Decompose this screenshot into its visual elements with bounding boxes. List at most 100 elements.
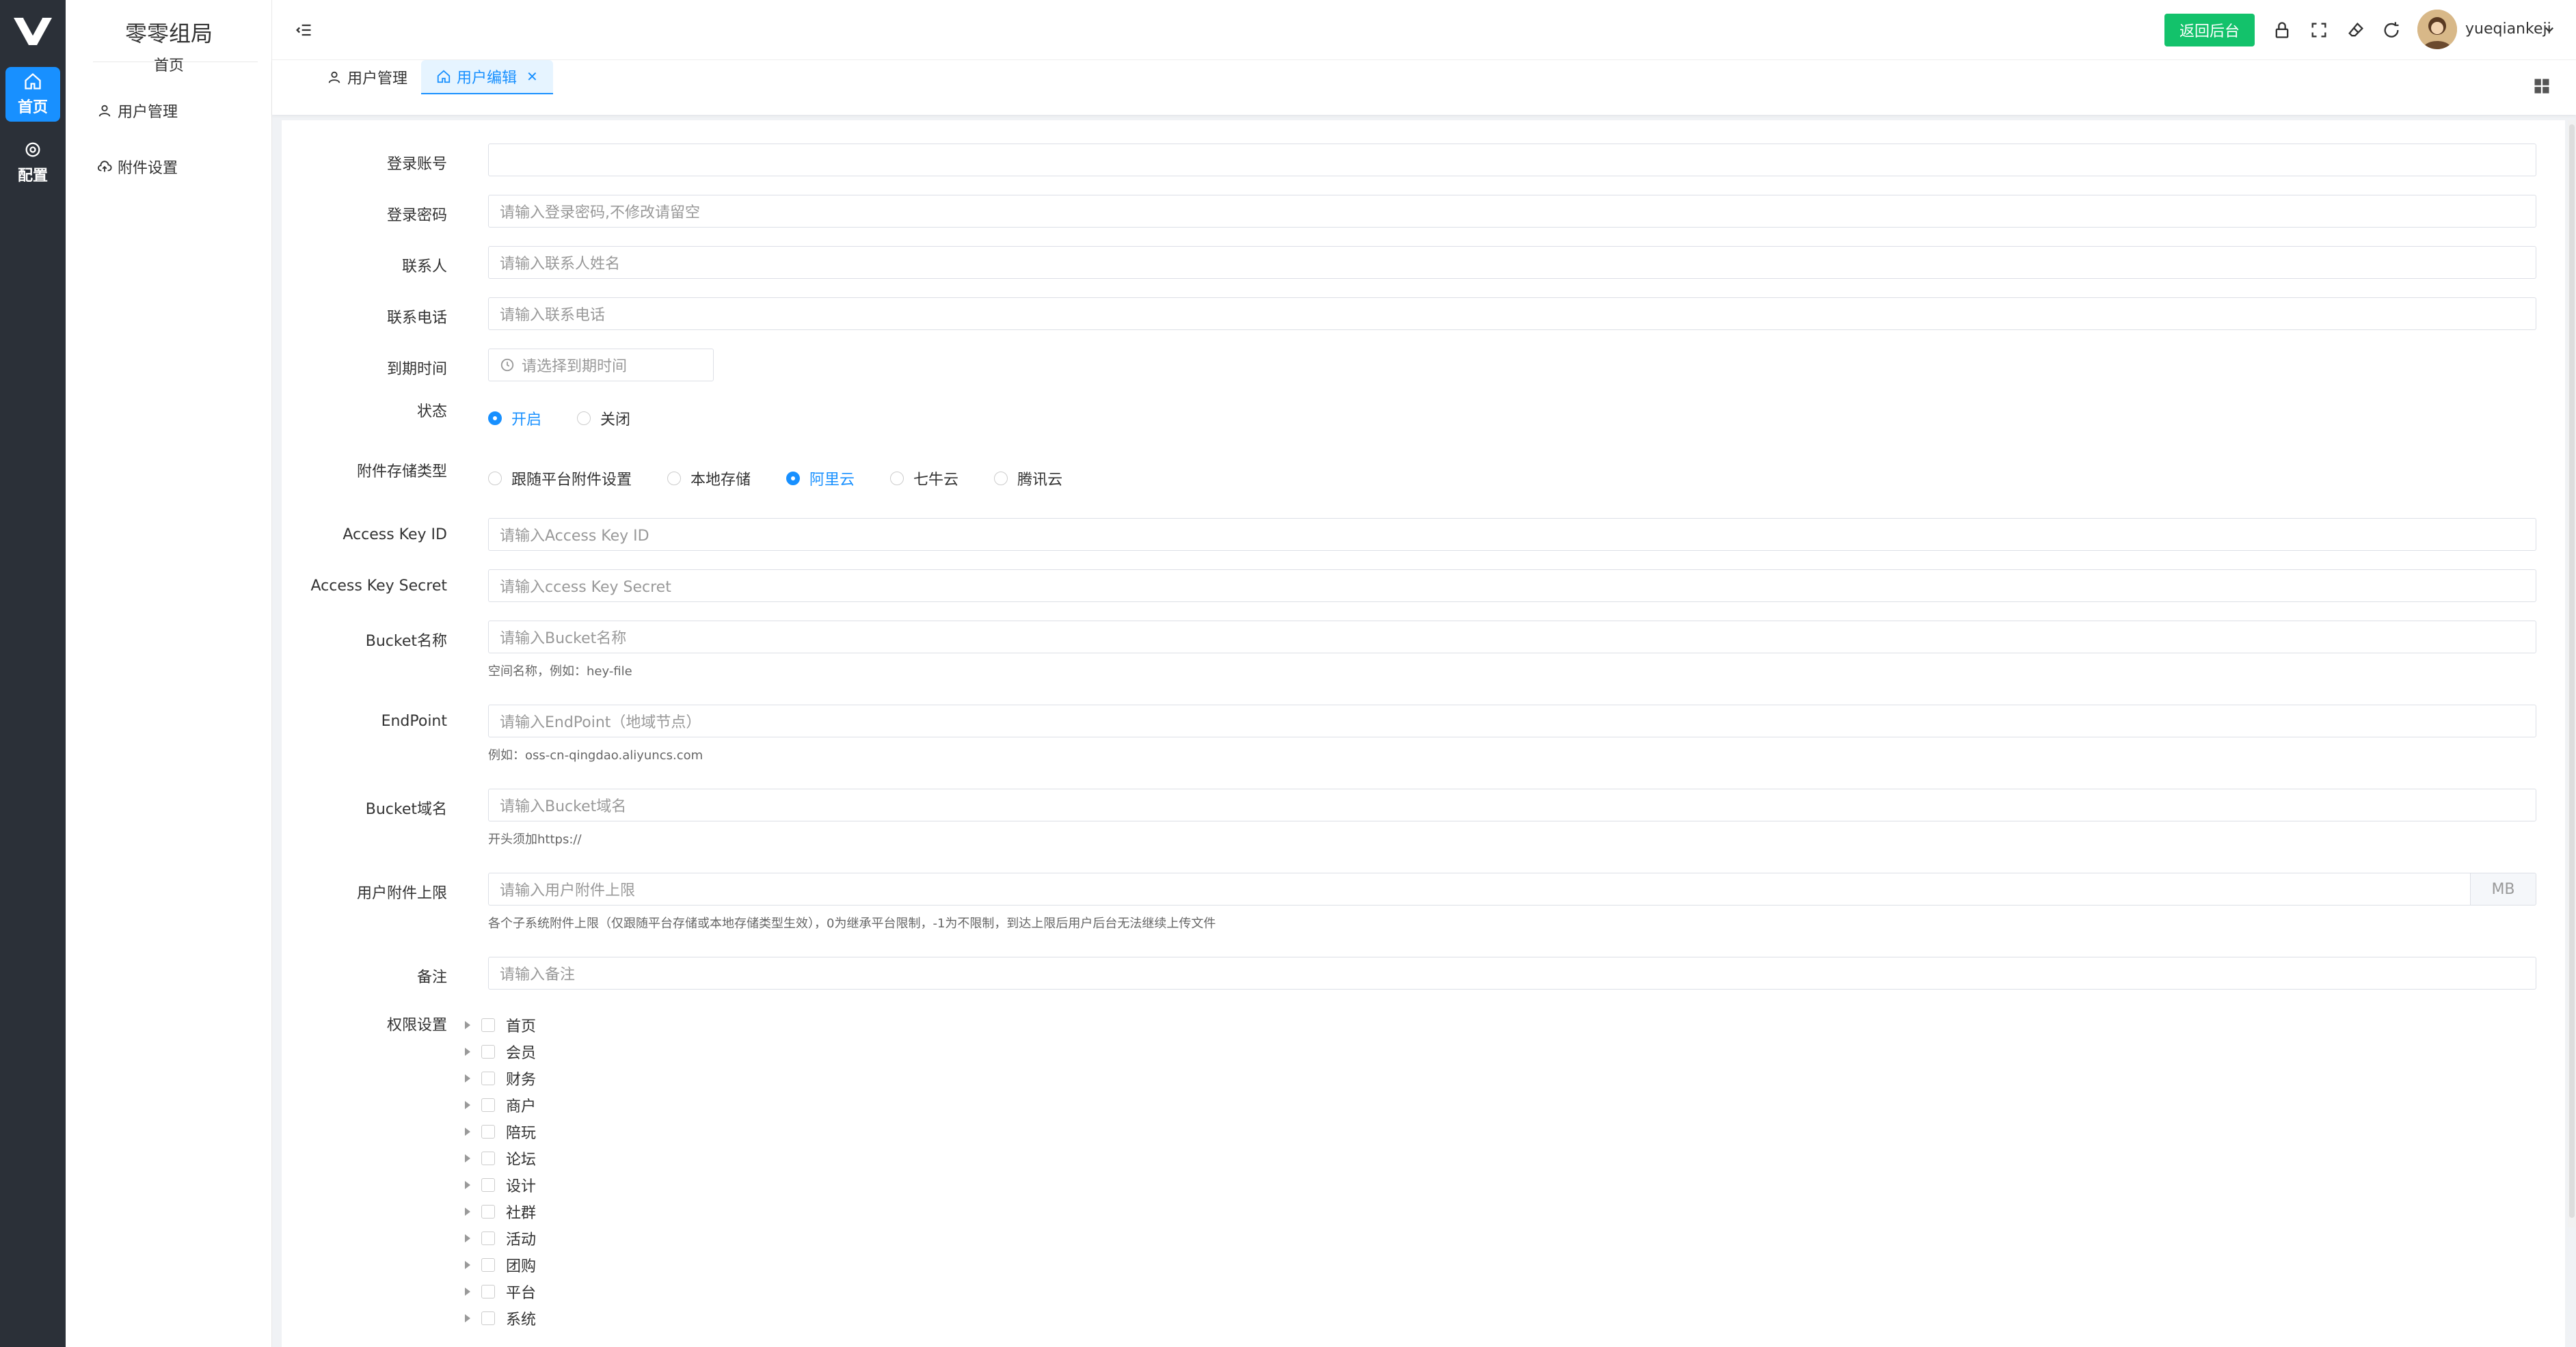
checkbox[interactable] bbox=[481, 1018, 495, 1032]
caret-right-icon[interactable] bbox=[465, 1207, 470, 1216]
permission-node[interactable]: 活动 bbox=[457, 1225, 536, 1251]
permission-node[interactable]: 平台 bbox=[457, 1278, 536, 1305]
caret-right-icon[interactable] bbox=[465, 1234, 470, 1242]
permission-node[interactable]: 陪玩 bbox=[457, 1118, 536, 1145]
tab-user-management[interactable]: 用户管理 bbox=[312, 60, 422, 94]
permission-node[interactable]: 会员 bbox=[457, 1038, 536, 1065]
close-icon[interactable]: ✕ bbox=[526, 68, 538, 85]
permission-node[interactable]: 设计 bbox=[457, 1171, 536, 1198]
back-to-admin-button[interactable]: 返回后台 bbox=[2164, 14, 2255, 46]
field-label: 用户附件上限 bbox=[356, 885, 447, 902]
bucket-domain-input[interactable]: 请输入Bucket域名 bbox=[488, 789, 2536, 821]
storage-radio-aliyun[interactable]: 阿里云 bbox=[786, 467, 855, 489]
checkbox[interactable] bbox=[481, 1124, 495, 1139]
radio-unchecked-icon bbox=[994, 472, 1008, 485]
caret-right-icon[interactable] bbox=[465, 1260, 470, 1269]
sub-menu: 零零组局 首页 用户管理 附件设置 bbox=[66, 0, 272, 1347]
rail-item-home[interactable]: 首页 bbox=[5, 67, 60, 122]
remark-input[interactable]: 请输入备注 bbox=[488, 957, 2536, 990]
avatar-image-icon bbox=[2417, 10, 2457, 49]
permission-node[interactable]: 论坛 bbox=[457, 1145, 536, 1171]
access-key-secret-input[interactable]: 请输入ccess Key Secret bbox=[488, 569, 2536, 602]
login-password-input[interactable]: 请输入登录密码,不修改请留空 bbox=[488, 195, 2536, 228]
status-radio-on[interactable]: 开启 bbox=[488, 407, 541, 429]
username[interactable]: yueqiankeji bbox=[2465, 21, 2551, 38]
checkbox[interactable] bbox=[481, 1098, 495, 1112]
checkbox[interactable] bbox=[481, 1071, 495, 1085]
radio-label: 本地存储 bbox=[690, 472, 751, 489]
caret-right-icon[interactable] bbox=[465, 1020, 470, 1029]
rail-item-settings[interactable]: 配置 bbox=[5, 135, 60, 190]
field-label: Access Key Secret bbox=[310, 577, 447, 595]
grid-icon[interactable] bbox=[2532, 77, 2551, 96]
checkbox[interactable] bbox=[481, 1231, 495, 1245]
storage-radio-follow-platform[interactable]: 跟随平台附件设置 bbox=[488, 467, 632, 489]
caret-right-icon[interactable] bbox=[465, 1287, 470, 1296]
attachment-limit-input[interactable]: 请输入用户附件上限 bbox=[488, 873, 2471, 906]
storage-radio-local[interactable]: 本地存储 bbox=[667, 467, 751, 489]
checkbox[interactable] bbox=[481, 1311, 495, 1325]
settings-icon bbox=[25, 142, 40, 157]
permission-node[interactable]: 商户 bbox=[457, 1091, 536, 1118]
contact-person-input[interactable]: 请输入联系人姓名 bbox=[488, 246, 2536, 279]
login-account-input[interactable] bbox=[488, 144, 2536, 176]
home-icon bbox=[437, 70, 451, 83]
checkbox[interactable] bbox=[481, 1284, 495, 1298]
checkbox[interactable] bbox=[481, 1178, 495, 1192]
chevron-down-icon[interactable] bbox=[2543, 23, 2555, 36]
home-icon bbox=[25, 72, 41, 90]
access-key-id-input[interactable]: 请输入Access Key ID bbox=[488, 518, 2536, 551]
storage-radio-tencent[interactable]: 腾讯云 bbox=[994, 467, 1062, 489]
submenu-item-attachment-settings[interactable]: 附件设置 bbox=[97, 156, 178, 178]
checkbox[interactable] bbox=[481, 1204, 495, 1219]
submenu-item-label: 用户管理 bbox=[118, 104, 178, 121]
caret-right-icon[interactable] bbox=[465, 1047, 470, 1056]
submenu-item-user-management[interactable]: 用户管理 bbox=[97, 100, 178, 122]
status-radio-off[interactable]: 关闭 bbox=[577, 407, 630, 429]
page-scrollbar[interactable] bbox=[2568, 120, 2576, 1227]
clear-cache-icon[interactable] bbox=[2346, 21, 2365, 40]
refresh-icon[interactable] bbox=[2382, 21, 2401, 40]
radio-unchecked-icon bbox=[890, 472, 904, 485]
top-header: 返回后台 yueqiankeji bbox=[272, 0, 2576, 60]
permission-tree: 首页 会员 财务 商户 陪玩 论坛 设计 社群 活动 团购 平台 系统 bbox=[457, 1011, 536, 1331]
field-label: Bucket域名 bbox=[365, 801, 447, 818]
storage-radio-qiniu[interactable]: 七牛云 bbox=[890, 467, 958, 489]
field-label: 备注 bbox=[416, 969, 447, 986]
storage-type-radio-group: 跟随平台附件设置 本地存储 阿里云 七牛云 腾讯云 bbox=[488, 467, 1062, 489]
checkbox[interactable] bbox=[481, 1257, 495, 1272]
field-label: 登录账号 bbox=[386, 156, 447, 173]
bucket-name-input[interactable]: 请输入Bucket名称 bbox=[488, 621, 2536, 653]
permission-node[interactable]: 财务 bbox=[457, 1065, 536, 1091]
menu-fold-icon[interactable] bbox=[294, 21, 313, 40]
caret-right-icon[interactable] bbox=[465, 1127, 470, 1136]
contact-phone-input[interactable]: 请输入联系电话 bbox=[488, 297, 2536, 330]
permission-label: 活动 bbox=[506, 1231, 537, 1249]
permission-node[interactable]: 系统 bbox=[457, 1305, 536, 1331]
caret-right-icon[interactable] bbox=[465, 1154, 470, 1162]
permission-node[interactable]: 团购 bbox=[457, 1251, 536, 1278]
radio-label: 跟随平台附件设置 bbox=[511, 472, 632, 489]
caret-right-icon[interactable] bbox=[465, 1100, 470, 1109]
lock-icon[interactable] bbox=[2272, 21, 2292, 40]
caret-right-icon[interactable] bbox=[465, 1074, 470, 1083]
submenu-item-label: 附件设置 bbox=[118, 160, 178, 177]
expire-time-picker[interactable]: 请选择到期时间 bbox=[488, 349, 714, 381]
radio-checked-icon bbox=[786, 472, 801, 485]
scrollbar-thumb[interactable] bbox=[2569, 124, 2575, 1218]
caret-right-icon[interactable] bbox=[465, 1180, 470, 1189]
permission-node[interactable]: 社群 bbox=[457, 1198, 536, 1225]
permission-node[interactable]: 首页 bbox=[457, 1011, 536, 1038]
permission-label: 社群 bbox=[506, 1204, 537, 1222]
caret-right-icon[interactable] bbox=[465, 1314, 470, 1322]
app-logo[interactable] bbox=[12, 15, 53, 48]
checkbox[interactable] bbox=[481, 1044, 495, 1059]
avatar[interactable] bbox=[2417, 10, 2457, 49]
tab-user-edit[interactable]: 用户编辑 ✕ bbox=[421, 60, 553, 94]
tab-label: 用户编辑 bbox=[457, 70, 518, 87]
user-edit-form: 登录账号 登录密码 请输入登录密码,不修改请留空 联系人 请输入联系人姓名 联系… bbox=[282, 120, 2565, 1347]
checkbox[interactable] bbox=[481, 1151, 495, 1165]
fullscreen-icon[interactable] bbox=[2309, 21, 2329, 40]
endpoint-input[interactable]: 请输入EndPoint（地域节点） bbox=[488, 705, 2536, 737]
field-label: 到期时间 bbox=[386, 361, 447, 378]
